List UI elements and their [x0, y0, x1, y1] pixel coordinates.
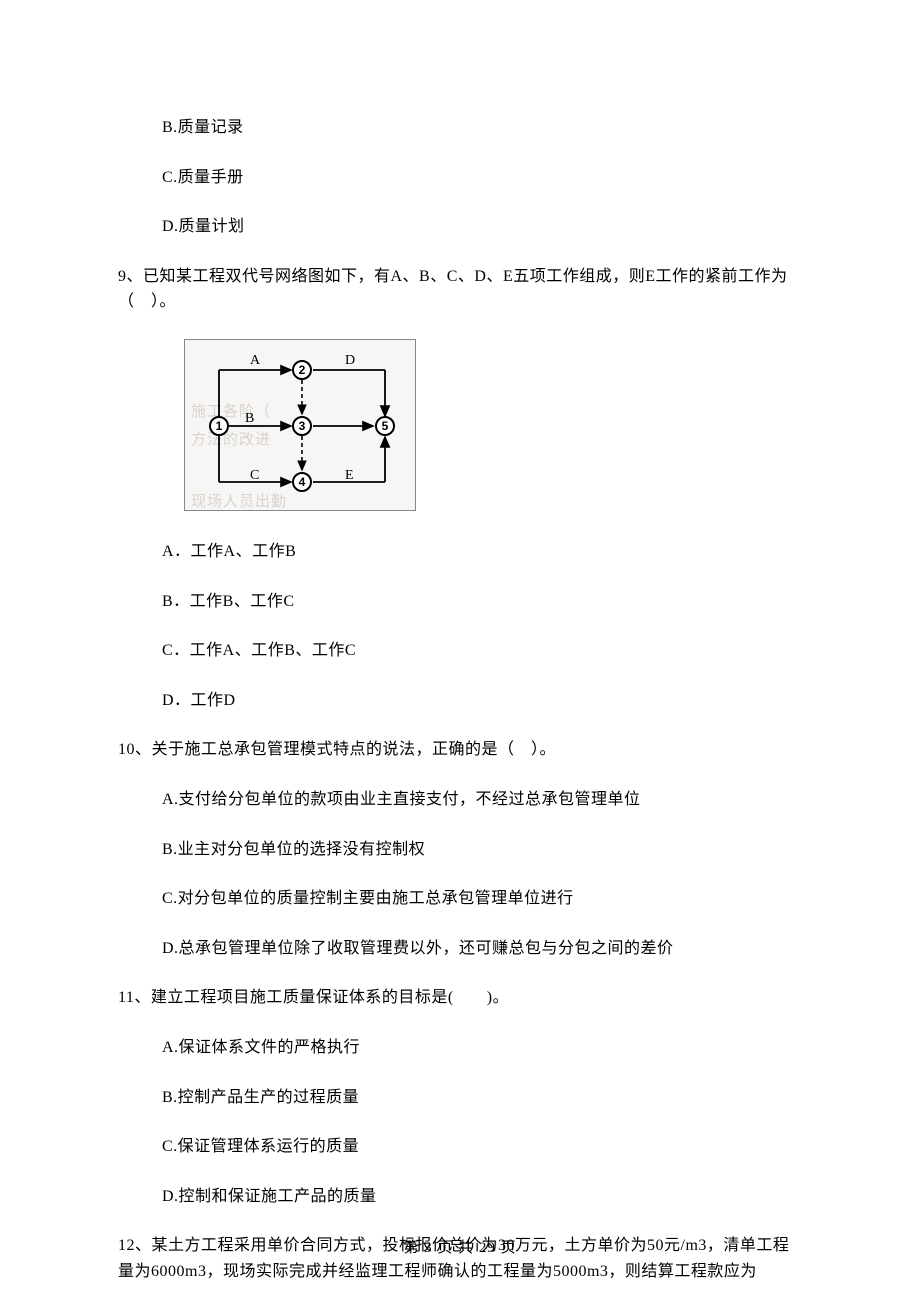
q9-option-a: A．工作A、工作B — [162, 539, 802, 565]
q10-option-a: A.支付给分包单位的款项由业主直接支付，不经过总承包管理单位 — [162, 787, 802, 813]
edge-D: D — [345, 350, 355, 372]
q11-option-d: D.控制和保证施工产品的质量 — [162, 1184, 802, 1210]
q9-diagram: 施工各阶（ 方法的改进 现场人员出勤 — [184, 339, 802, 511]
node-5: 5 — [375, 416, 395, 436]
node-1: 1 — [209, 416, 229, 436]
q10-option-b: B.业主对分包单位的选择没有控制权 — [162, 837, 802, 863]
q9-option-b: B．工作B、工作C — [162, 589, 802, 615]
edge-C: C — [250, 465, 259, 487]
q8-option-c: C.质量手册 — [162, 165, 802, 191]
node-4: 4 — [292, 472, 312, 492]
q9-stem: 9、已知某工程双代号网络图如下，有A、B、C、D、E五项工作组成，则E工作的紧前… — [118, 264, 802, 315]
q10-option-d: D.总承包管理单位除了收取管理费以外，还可赚总包与分包之间的差价 — [162, 936, 802, 962]
node-2: 2 — [292, 360, 312, 380]
edge-B: B — [245, 408, 254, 430]
q11-option-c: C.保证管理体系运行的质量 — [162, 1134, 802, 1160]
page-footer: 第 3 页 共 29 页 — [0, 1236, 920, 1260]
q9-option-c: C．工作A、工作B、工作C — [162, 638, 802, 664]
q10-option-c: C.对分包单位的质量控制主要由施工总承包管理单位进行 — [162, 886, 802, 912]
q8-option-b: B.质量记录 — [162, 115, 802, 141]
q9-option-d: D．工作D — [162, 688, 802, 714]
edge-A: A — [250, 350, 260, 372]
node-3: 3 — [292, 416, 312, 436]
q11-option-a: A.保证体系文件的严格执行 — [162, 1035, 802, 1061]
q11-option-b: B.控制产品生产的过程质量 — [162, 1085, 802, 1111]
q8-option-d: D.质量计划 — [162, 214, 802, 240]
q11-stem: 11、建立工程项目施工质量保证体系的目标是( )。 — [118, 985, 802, 1011]
edge-E: E — [345, 465, 354, 487]
q10-stem: 10、关于施工总承包管理模式特点的说法，正确的是（ ）。 — [118, 737, 802, 763]
